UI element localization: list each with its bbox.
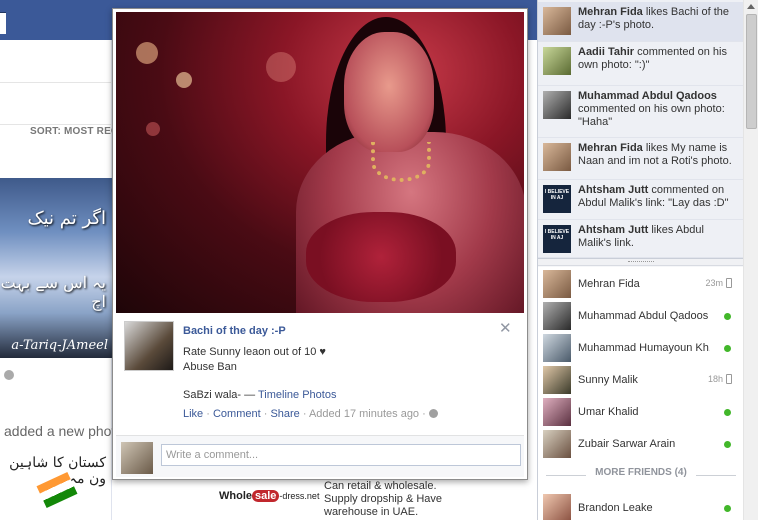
ticker-text: Ahtsham Jutt commented on Abdul Malik's … [578, 184, 740, 210]
page-name-link[interactable]: Bachi of the day :-P [183, 325, 286, 337]
share-link[interactable]: Share [270, 408, 299, 420]
chat-friend[interactable]: Mehran Fida 23m [538, 268, 744, 300]
online-dot-icon [724, 313, 731, 320]
online-dot-icon [724, 345, 731, 352]
ticker-story[interactable]: I BELIEVE IN AJ Ahtsham Jutt likes Abdul … [538, 220, 744, 258]
ticker-avatar[interactable] [543, 7, 571, 35]
comment-input[interactable] [161, 444, 521, 466]
online-dot-icon [724, 409, 731, 416]
ticker-actor-name[interactable]: Muhammad Abdul Qadoos [578, 90, 717, 102]
search-input[interactable] [0, 12, 6, 34]
idle-time: 23m [684, 278, 732, 288]
chat-friend[interactable]: Brandon Leake [538, 492, 744, 520]
ticker-avatar[interactable] [543, 91, 571, 119]
user-avatar [121, 442, 153, 474]
online-dot-icon [724, 505, 731, 512]
divider [0, 124, 112, 125]
ticker-story[interactable]: Mehran Fida likes My name is Naan and im… [538, 138, 744, 180]
ticker-avatar[interactable]: I BELIEVE IN AJ [543, 185, 571, 213]
ad-logo: Whole sale -dress.net [219, 490, 320, 502]
like-link[interactable]: Like [183, 408, 203, 420]
ticker-actor-name[interactable]: Mehran Fida [578, 6, 643, 18]
friend-name: Umar Khalid [578, 406, 639, 418]
caption-text: Abuse Ban [183, 361, 237, 373]
friend-avatar [543, 302, 571, 330]
page-avatar[interactable] [124, 321, 174, 371]
online-dot-icon [724, 441, 731, 448]
friend-name: Muhammad Humayoun Kh... [578, 342, 710, 354]
friend-avatar [543, 430, 571, 458]
ticker-actor-name[interactable]: Aadii Tahir [578, 46, 634, 58]
ticker-story[interactable]: Muhammad Abdul Qadoos commented on his o… [538, 86, 744, 138]
caption-text: Rate Sunny leaon out of 10 ♥ [183, 346, 326, 358]
image-signature: a-Tariq-JAmeel [11, 338, 108, 353]
photo-caption: Bachi of the day :-P ✕ Rate Sunny leaon … [116, 313, 524, 429]
ticker-actor-name[interactable]: Ahtsham Jutt [578, 184, 648, 196]
divider [0, 82, 112, 83]
ticker-story[interactable]: Aadii Tahir commented on his own photo: … [538, 42, 744, 86]
timestamp[interactable]: Added 17 minutes ago [309, 408, 419, 420]
ticker-avatar[interactable] [543, 143, 571, 171]
ad-image[interactable]: Whole sale -dress.net [215, 484, 321, 520]
friend-name: Zubair Sarwar Arain [578, 438, 676, 450]
sort-label[interactable]: SORT: MOST REC [30, 126, 118, 137]
ticker-text: Mehran Fida likes My name is Naan and im… [578, 142, 740, 168]
image-text: اگر تم نیک [27, 208, 107, 229]
scrollbar[interactable] [743, 0, 758, 520]
ticker-avatar[interactable] [543, 47, 571, 75]
mobile-phone-icon [726, 278, 732, 288]
right-sidebar: Mehran Fida likes Bachi of the day :-P's… [537, 0, 744, 520]
photo[interactable] [116, 12, 524, 313]
chat-friend[interactable]: Umar Khalid [538, 396, 744, 428]
globe-icon[interactable] [428, 409, 438, 418]
comment-composer [116, 435, 524, 477]
photo-viewer: Bachi of the day :-P ✕ Rate Sunny leaon … [112, 8, 528, 480]
ticker-actor-name[interactable]: Ahtsham Jutt [578, 224, 648, 236]
chat-friend[interactable]: Muhammad Abdul Qadoos [538, 300, 744, 332]
chat-friend[interactable]: Zubair Sarwar Arain [538, 428, 744, 460]
mobile-phone-icon [726, 374, 732, 384]
friend-avatar [543, 334, 571, 362]
ticker-text: Mehran Fida likes Bachi of the day :-P's… [578, 6, 740, 32]
close-icon[interactable]: ✕ [499, 321, 512, 336]
feed-story-text: added a new photo [4, 423, 124, 439]
ticker-action: commented on his own photo: "Haha" [578, 103, 725, 128]
image-text: یہ اس سے بہت اچ [0, 273, 106, 311]
chat-friend[interactable]: Muhammad Humayoun Kh... [538, 332, 744, 364]
chat-sidebar: MORE FRIENDS (4) Mehran Fida 23m Muhammad … [538, 267, 744, 520]
ticker-resize-handle[interactable] [538, 258, 744, 266]
friend-name: Muhammad Abdul Qadoos [578, 310, 709, 322]
photo-source: SaBzi wala- — Timeline Photos [183, 389, 337, 401]
ticker: Mehran Fida likes Bachi of the day :-P's… [538, 0, 744, 258]
ticker-text: Ahtsham Jutt likes Abdul Malik's link. [578, 224, 740, 250]
ticker-text: Muhammad Abdul Qadoos commented on his o… [578, 90, 740, 129]
scroll-up-arrow-icon[interactable] [747, 4, 755, 9]
ticker-actor-name[interactable]: Mehran Fida [578, 142, 643, 154]
ticker-story[interactable]: Mehran Fida likes Bachi of the day :-P's… [538, 2, 744, 42]
globe-icon [4, 370, 14, 380]
friend-avatar [543, 366, 571, 394]
idle-time: 18h [684, 374, 732, 384]
friend-avatar [543, 494, 571, 520]
comment-link[interactable]: Comment [213, 408, 261, 420]
friend-name: Brandon Leake [578, 502, 653, 514]
ticker-avatar[interactable]: I BELIEVE IN AJ [543, 225, 571, 253]
chat-friend[interactable]: Sunny Malik 18h [538, 364, 744, 396]
ad-text[interactable]: Can retail & wholesale. Supply dropship … [324, 480, 464, 519]
more-friends-header: MORE FRIENDS (4) [538, 467, 744, 485]
timeline-photos-link[interactable]: Timeline Photos [258, 389, 336, 401]
ticker-story[interactable]: I BELIEVE IN AJ Ahtsham Jutt commented on… [538, 180, 744, 220]
ticker-text: Aadii Tahir commented on his own photo: … [578, 46, 740, 72]
friend-avatar [543, 398, 571, 426]
scrollbar-thumb[interactable] [746, 14, 757, 129]
feed-image[interactable]: اگر تم نیک یہ اس سے بہت اچ a-Tariq-JAmee… [0, 178, 112, 358]
photo-actions: Like · Comment · Share · Added 17 minute… [183, 408, 438, 420]
friend-avatar [543, 270, 571, 298]
